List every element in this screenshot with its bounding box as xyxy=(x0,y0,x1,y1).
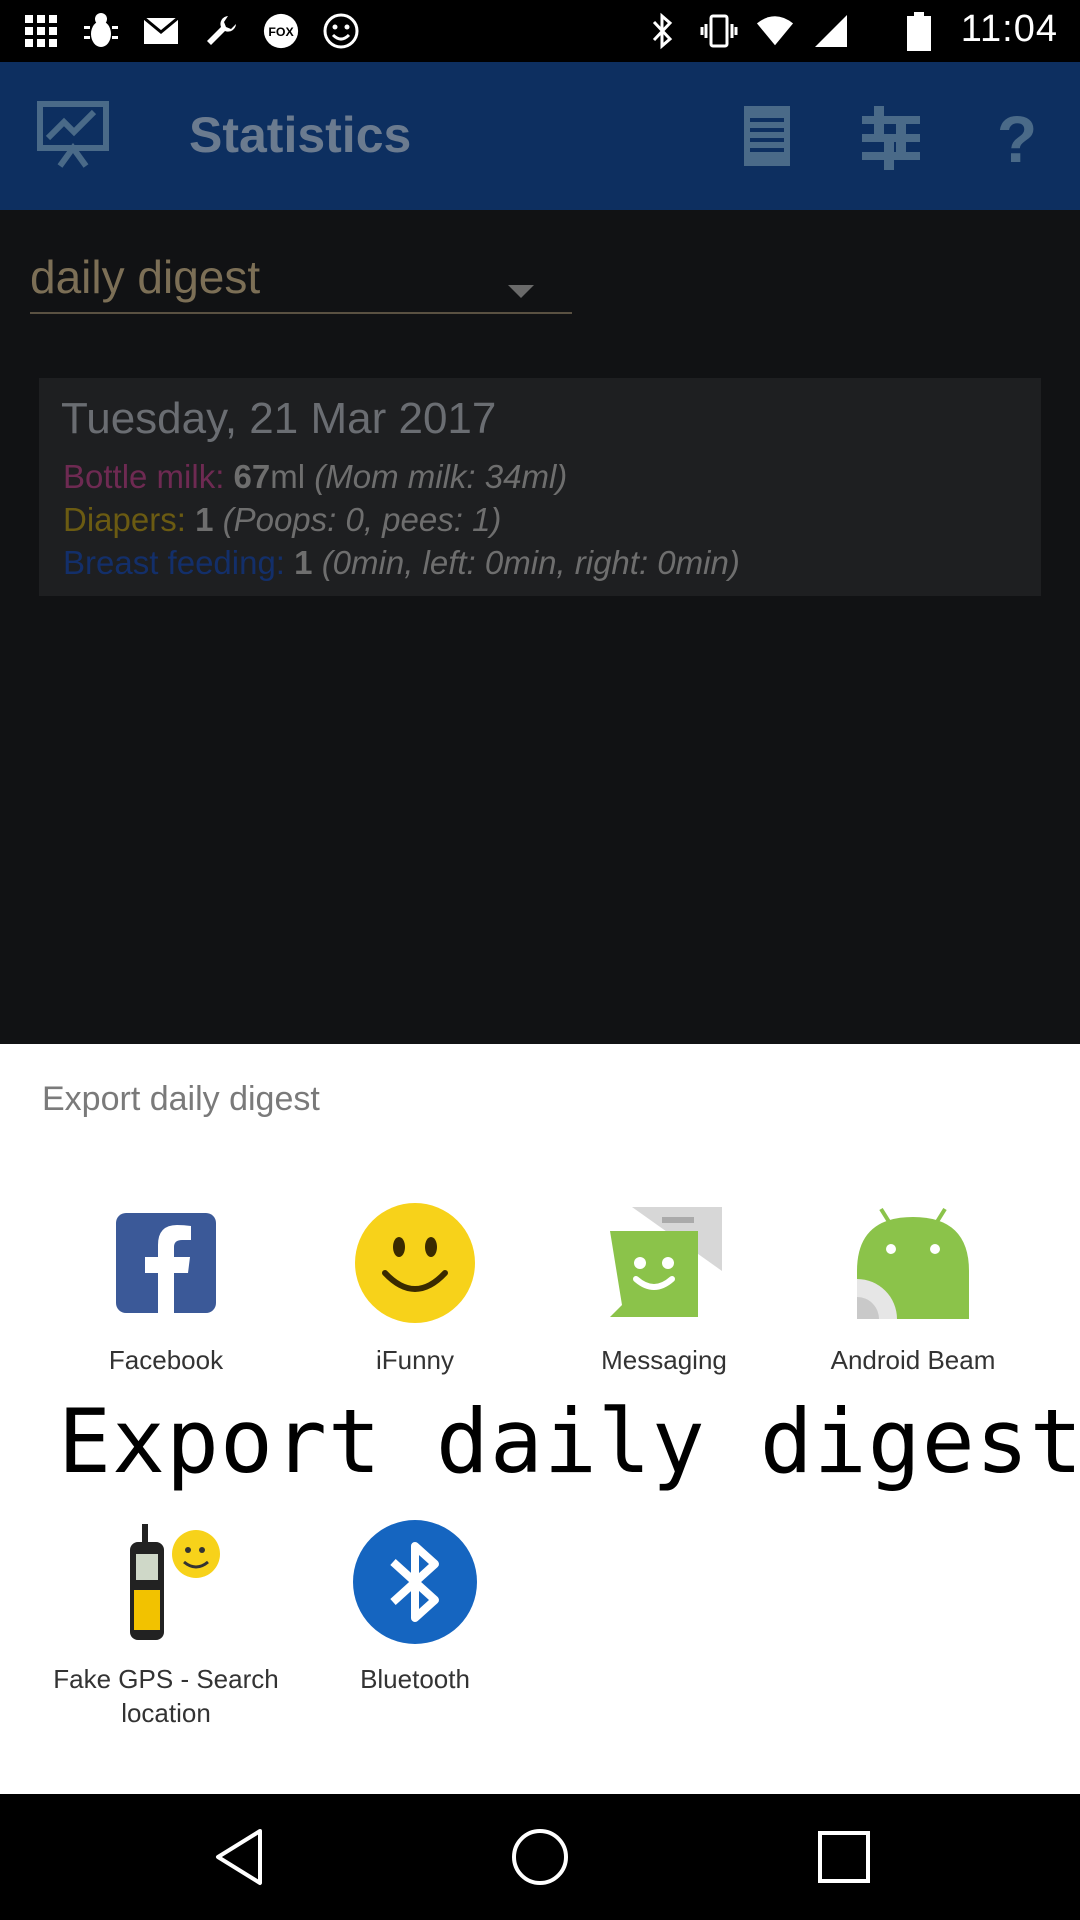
share-target-messaging[interactable]: Messaging xyxy=(539,1201,789,1377)
bottle-milk-label: Bottle milk: xyxy=(63,458,225,495)
share-target-android-beam[interactable]: Android Beam xyxy=(788,1201,1038,1377)
fake-gps-icon xyxy=(130,1524,220,1640)
bluetooth-icon xyxy=(353,1520,477,1644)
system-status-icons xyxy=(644,10,850,52)
share-target-facebook[interactable]: Facebook xyxy=(41,1201,291,1377)
sliders-icon[interactable] xyxy=(856,102,926,172)
smiley-icon xyxy=(322,10,360,52)
share-target-ifunny[interactable]: iFunny xyxy=(290,1201,540,1377)
fox-sports-icon: FOX xyxy=(262,10,300,52)
card-date: Tuesday, 21 Mar 2017 xyxy=(61,394,497,443)
facebook-label: Facebook xyxy=(108,1345,224,1375)
wifi-icon xyxy=(756,10,794,52)
recents-icon[interactable] xyxy=(812,1825,876,1889)
battery-icon xyxy=(907,12,931,51)
breast-feeding-label: Breast feeding: xyxy=(63,544,285,581)
statistics-content: daily digest Tuesday, 21 Mar 2017 Bottle… xyxy=(0,210,1080,1044)
dropdown-arrow-icon xyxy=(508,285,534,298)
bottle-milk-line: Bottle milk: 67ml (Mom milk: 34ml) xyxy=(63,458,567,496)
vibrate-icon xyxy=(700,10,738,52)
status-time: 11:04 xyxy=(960,8,1058,50)
messaging-label: Messaging xyxy=(601,1345,727,1375)
diapers-label: Diapers: xyxy=(63,501,186,538)
signal-icon xyxy=(812,10,850,52)
diapers-detail: (Poops: 0, pees: 1) xyxy=(222,501,502,538)
mail-icon xyxy=(142,10,180,52)
ifunny-icon xyxy=(355,1203,475,1323)
messaging-icon xyxy=(610,1207,722,1317)
diapers-value: 1 xyxy=(195,501,214,538)
share-sheet-title: Export daily digest xyxy=(42,1080,320,1118)
grid-icon xyxy=(22,10,60,52)
bluetooth-label: Bluetooth xyxy=(360,1664,470,1694)
daily-digest-card: Tuesday, 21 Mar 2017 Bottle milk: 67ml (… xyxy=(39,378,1041,596)
fake-gps-label: Fake GPS - Search location xyxy=(53,1664,279,1728)
screen: FOX 11:04 Statistics ? daily digest Tues… xyxy=(0,0,1080,1920)
bottle-milk-detail: (Mom milk: 34ml) xyxy=(314,458,568,495)
app-title: Statistics xyxy=(189,107,412,163)
help-icon[interactable]: ? xyxy=(982,102,1052,172)
back-icon[interactable] xyxy=(208,1825,272,1889)
svg-text:FOX: FOX xyxy=(268,25,294,39)
svg-text:?: ? xyxy=(997,102,1037,172)
bottle-milk-unit: ml xyxy=(270,458,306,495)
facebook-icon xyxy=(116,1213,216,1313)
status-bar: FOX 11:04 xyxy=(0,0,1080,62)
app-bar: Statistics ? xyxy=(0,62,1080,210)
breast-feeding-line: Breast feeding: 1 (0min, left: 0min, rig… xyxy=(63,544,740,582)
share-target-bluetooth[interactable]: Bluetooth xyxy=(290,1520,540,1696)
statistics-logo-icon[interactable] xyxy=(36,100,110,170)
home-icon[interactable] xyxy=(508,1825,572,1889)
bug-icon xyxy=(82,10,120,52)
android-beam-label: Android Beam xyxy=(830,1345,996,1375)
bluetooth-status-icon xyxy=(644,10,682,52)
diapers-line: Diapers: 1 (Poops: 0, pees: 1) xyxy=(63,501,501,539)
notification-icons: FOX xyxy=(22,10,360,52)
wrench-icon xyxy=(202,10,240,52)
share-target-fake-gps[interactable]: Fake GPS - Search location xyxy=(41,1520,291,1730)
android-beam-icon xyxy=(857,1207,969,1319)
breast-feeding-value: 1 xyxy=(294,544,313,581)
spinner-value: daily digest xyxy=(30,251,261,303)
bottle-milk-value: 67 xyxy=(233,458,271,495)
ifunny-label: iFunny xyxy=(375,1345,455,1375)
breast-feeding-detail: (0min, left: 0min, right: 0min) xyxy=(321,544,740,581)
digest-type-spinner[interactable]: daily digest xyxy=(30,240,572,314)
list-icon[interactable] xyxy=(734,102,804,172)
overlay-caption: Export daily digest xyxy=(58,1390,1080,1493)
navigation-bar xyxy=(0,1794,1080,1920)
